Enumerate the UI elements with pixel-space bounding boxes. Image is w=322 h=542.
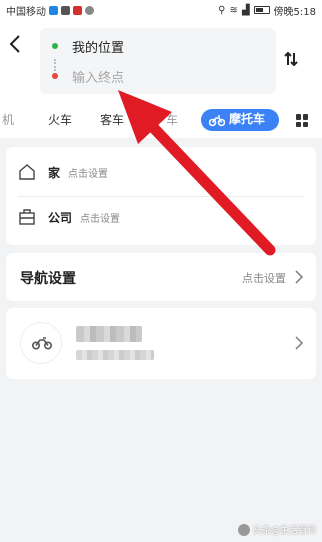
nav-settings-title: 导航设置 [20,271,76,287]
company-hint: 点击设置 [80,213,121,225]
home-row[interactable]: 家 点击设置 [18,157,108,187]
destination-dot-icon [52,73,58,79]
tab-motorcycle-label: 摩托车 [229,112,266,126]
motorcycle-icon [32,337,52,350]
origin-field[interactable]: 我的位置 [72,37,124,56]
tab-coach[interactable]: 客车 [100,110,124,130]
destination-row[interactable]: 输入终点 [52,64,124,88]
nav-settings-row[interactable]: 导航设置 点击设置 [6,253,316,301]
destination-input[interactable]: 输入终点 [72,67,124,86]
chat-icon [85,5,94,15]
chevron-right-icon [295,336,304,350]
tab-motorcycle[interactable]: 摩托车 [201,109,279,131]
watermark-logo-icon [237,523,250,536]
app-notify-icon [61,5,70,15]
company-label: 公司 [48,210,73,225]
home-hint: 点击设置 [68,168,109,180]
home-label: 家 [48,165,61,180]
blurred-subtitle [76,350,154,360]
origin-row[interactable]: 我的位置 [52,34,124,58]
places-card: 家 点击设置 公司 点击设置 [6,147,316,245]
location-icon: ⚲ [218,4,226,16]
motorcycle-icon [209,115,225,127]
wifi-icon: ≋ [229,4,238,16]
tab-airplane[interactable]: 机 [2,110,14,130]
clock: 傍晚5:18 [273,6,316,18]
tab-car[interactable]: 车 [166,110,178,130]
tab-train[interactable]: 火车 [48,110,72,130]
carrier-label: 中国移动 [6,6,46,18]
divider [18,196,304,197]
app-notify-icon [49,5,58,15]
company-row[interactable]: 公司 点击设置 [18,202,120,232]
chevron-right-icon [295,270,304,284]
signal-icon: ▟ [241,4,250,16]
home-icon [19,164,35,180]
app-notify-icon [73,5,82,15]
briefcase-icon [19,209,35,225]
grid-icon[interactable] [296,114,309,127]
battery-icon [253,6,270,14]
back-arrow-icon[interactable] [8,34,28,56]
nav-settings-hint: 点击设置 [242,272,286,285]
transport-tabs: 机 火车 客车 车 摩托车 [0,102,322,138]
watermark: 头条@生活百科 [237,523,316,536]
origin-dot-icon [52,43,58,49]
status-bar: 中国移动 ⚲ ≋ ▟ 傍晚5:18 [0,0,322,20]
blurred-title [76,326,142,342]
motorcycle-avatar [20,322,62,364]
route-input-box: 我的位置 输入终点 [40,28,276,94]
watermark-text: 头条@生活百科 [252,526,316,536]
motorcycle-card[interactable] [6,308,316,379]
swap-arrows-icon[interactable] [280,50,302,72]
route-header: 我的位置 输入终点 [0,20,322,102]
